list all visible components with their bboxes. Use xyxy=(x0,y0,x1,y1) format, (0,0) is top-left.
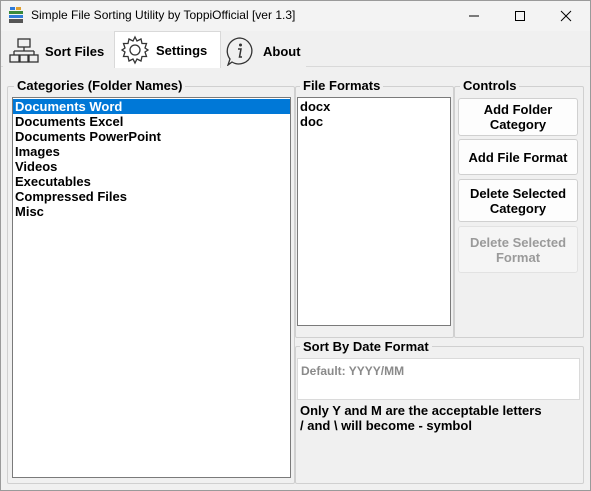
categories-label: Categories (Folder Names) xyxy=(14,78,186,93)
delete-selected-format-button[interactable]: Delete Selected Format xyxy=(458,226,578,273)
minimize-button[interactable] xyxy=(451,1,497,31)
tab-sort-files[interactable]: Sort Files xyxy=(3,34,114,68)
category-item[interactable]: Documents Excel xyxy=(13,114,290,129)
category-item[interactable]: Documents Word xyxy=(13,99,290,114)
tab-label-about: About xyxy=(263,43,301,59)
info-icon xyxy=(226,37,253,66)
category-item[interactable]: Videos xyxy=(13,159,290,174)
categories-list[interactable]: Documents Word Documents Excel Documents… xyxy=(12,97,291,478)
controls-label: Controls xyxy=(460,78,520,93)
date-format-label: Sort By Date Format xyxy=(300,339,432,354)
category-item[interactable]: Images xyxy=(13,144,290,159)
category-item[interactable]: Compressed Files xyxy=(13,189,290,204)
add-file-format-button[interactable]: Add File Format xyxy=(458,139,578,175)
tab-settings[interactable]: Settings xyxy=(114,31,221,68)
gear-icon xyxy=(120,35,150,65)
category-item[interactable]: Documents PowerPoint xyxy=(13,129,290,144)
date-format-note-2: / and \ will become - symbol xyxy=(300,418,472,433)
tab-label-sort-files: Sort Files xyxy=(45,43,105,59)
date-format-note-1: Only Y and M are the acceptable letters xyxy=(300,403,542,418)
sort-files-icon xyxy=(9,38,39,63)
window-title: Simple File Sorting Utility by ToppiOffi… xyxy=(31,8,296,22)
category-item[interactable]: Executables xyxy=(13,174,290,189)
tab-label-settings: Settings xyxy=(156,42,208,58)
file-format-item[interactable]: doc xyxy=(298,114,450,129)
date-format-input[interactable]: Default: YYYY/MM xyxy=(297,358,580,400)
file-formats-label: File Formats xyxy=(300,78,384,93)
close-button[interactable] xyxy=(543,1,589,31)
app-icon xyxy=(9,7,23,23)
close-icon xyxy=(560,10,572,22)
minimize-icon xyxy=(469,15,479,17)
tab-about[interactable]: About xyxy=(221,34,306,68)
maximize-button[interactable] xyxy=(497,1,543,31)
maximize-icon xyxy=(515,11,525,21)
file-format-item[interactable]: docx xyxy=(298,99,450,114)
file-formats-list[interactable]: docx doc xyxy=(297,97,451,326)
delete-selected-category-button[interactable]: Delete Selected Category xyxy=(458,179,578,222)
add-folder-category-button[interactable]: Add Folder Category xyxy=(458,98,578,136)
category-item[interactable]: Misc xyxy=(13,204,290,219)
date-format-placeholder: Default: YYYY/MM xyxy=(301,364,405,378)
